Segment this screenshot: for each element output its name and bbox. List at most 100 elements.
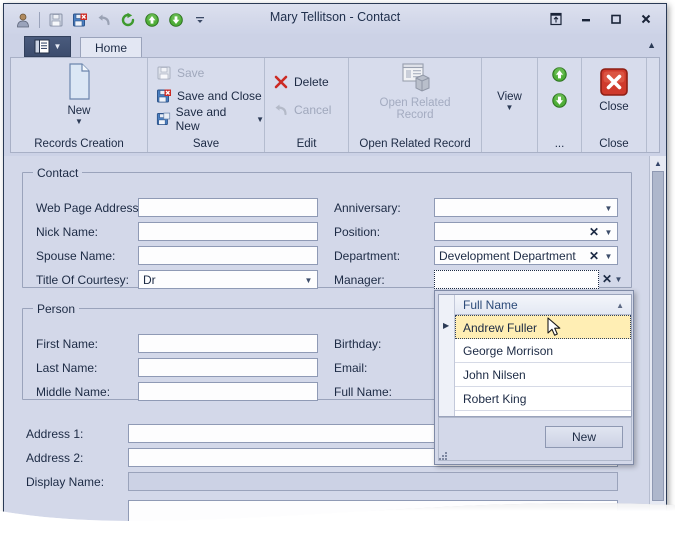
list-item[interactable]: George Morrison (455, 339, 631, 363)
new-button-caret-icon: ▼ (75, 117, 83, 126)
ribbon-group-label-save: Save (192, 138, 220, 150)
birthday-label: Birthday: (334, 337, 382, 351)
delete-button-label: Delete (294, 75, 329, 89)
middle-name-label: Middle Name: (36, 385, 111, 399)
grid-column-header-label: Full Name (463, 298, 518, 312)
list-item-label: Andrew Fuller (463, 321, 538, 335)
sort-ascending-icon: ▲ (616, 301, 624, 310)
vertical-scrollbar[interactable]: ▲ (649, 156, 666, 524)
ribbon-body: New ▼ Records Creation Save Save and Clo… (10, 57, 660, 153)
popup-new-button[interactable]: New (545, 426, 623, 448)
cancel-button[interactable]: Cancel (273, 99, 331, 121)
app-menu-caret-icon: ▼ (53, 42, 62, 51)
previous-record-icon (552, 93, 567, 108)
department-dropdown-icon[interactable]: ▼ (603, 251, 614, 262)
list-item-label: John Nilsen (463, 368, 526, 382)
row-pointer-icon: ▶ (443, 321, 450, 330)
position-label: Position: (334, 225, 381, 239)
first-name-label: First Name: (36, 337, 99, 351)
save-and-new-button-label: Save and New (175, 105, 227, 133)
title-of-courtesy-label: Title Of Courtesy: (36, 273, 129, 287)
new-button[interactable]: New ▼ (11, 62, 147, 126)
close-button[interactable] (632, 8, 660, 30)
anniversary-combobox[interactable]: ▼ (434, 198, 618, 217)
save-and-new-caret-icon[interactable]: ▼ (256, 115, 264, 124)
lookup-popup-footer: New (438, 417, 632, 461)
grid-column-header-full-name[interactable]: Full Name ▲ (455, 295, 631, 315)
manager-dropdown-icon[interactable]: ▼ (613, 274, 624, 285)
position-clear-icon[interactable]: ✕ (589, 225, 599, 239)
previous-record-button[interactable] (538, 92, 581, 109)
close-icon (600, 68, 628, 96)
maximize-button[interactable] (602, 8, 630, 30)
department-clear-icon[interactable]: ✕ (589, 249, 599, 263)
person-group-title: Person (33, 302, 80, 316)
save-and-new-icon (156, 112, 171, 125)
department-lookup[interactable]: Development Department ✕ ▼ (434, 246, 618, 265)
close-ribbon-button[interactable]: Close (582, 66, 646, 113)
title-of-courtesy-value: Dr (143, 273, 156, 287)
ribbon-group-edit: Delete Cancel Edit (265, 58, 349, 152)
popup-resize-grip[interactable] (439, 452, 448, 461)
spouse-name-label: Spouse Name: (36, 249, 116, 263)
manager-label: Manager: (334, 273, 385, 287)
save-button-label: Save (177, 66, 205, 80)
save-and-new-button[interactable]: Save and New ▼ (156, 105, 264, 133)
middle-name-input[interactable] (138, 382, 318, 401)
last-name-input[interactable] (138, 358, 318, 377)
manager-lookup[interactable] (434, 270, 599, 289)
manager-lookup-popup: Full Name ▲ Andrew Fuller ▶ George Morri… (434, 290, 634, 465)
save-and-close-button[interactable]: Save and Close (156, 85, 262, 107)
last-name-label: Last Name: (36, 361, 98, 375)
anniversary-label: Anniversary: (334, 201, 401, 215)
scroll-up-arrow-icon[interactable]: ▲ (650, 156, 666, 170)
ribbon-group-open-related-record: Open Related Record Open Related Record (349, 58, 482, 152)
application-menu-button[interactable]: ▼ (24, 36, 71, 57)
contact-window: Mary Tellitson - Contact ▼ Home ▲ New ▼ … (3, 3, 667, 525)
tab-home[interactable]: Home (80, 37, 142, 57)
view-button-label: View (497, 91, 522, 103)
delete-button[interactable]: Delete (273, 71, 329, 93)
web-page-address-label: Web Page Address: (36, 201, 142, 215)
ribbon-collapse-icon[interactable]: ▲ (647, 40, 656, 50)
cancel-button-label: Cancel (294, 103, 332, 117)
manager-clear-icon[interactable]: ✕ (602, 272, 612, 286)
open-related-record-icon (402, 63, 430, 92)
address-2-label: Address 2: (26, 451, 84, 465)
scrollbar-thumb[interactable] (652, 171, 664, 501)
anniversary-dropdown-icon[interactable]: ▼ (603, 203, 614, 214)
notes-textarea[interactable] (128, 500, 618, 524)
list-item[interactable]: Andrew Fuller (455, 315, 631, 339)
nick-name-input[interactable] (138, 222, 318, 241)
first-name-input[interactable] (138, 334, 318, 353)
grid-indicator-column (439, 295, 455, 416)
title-of-courtesy-dropdown-icon[interactable]: ▼ (303, 275, 314, 286)
display-name-label: Display Name: (26, 475, 105, 489)
email-label: Email: (334, 361, 368, 375)
spouse-name-input[interactable] (138, 246, 318, 265)
tab-home-label: Home (94, 40, 127, 55)
ribbon-minimize-button[interactable] (542, 8, 570, 30)
position-dropdown-icon[interactable]: ▼ (603, 227, 614, 238)
save-and-close-icon (157, 89, 171, 103)
ribbon-group-save: Save Save and Close Save and New ▼ Save (148, 58, 265, 152)
application-menu-icon (34, 39, 50, 54)
web-page-address-input[interactable] (138, 198, 318, 217)
minimize-button[interactable] (572, 8, 600, 30)
ribbon-group-view: View ▼ (482, 58, 538, 152)
save-button[interactable]: Save (156, 62, 204, 84)
save-and-close-button-label: Save and Close (177, 89, 262, 103)
open-related-record-button[interactable]: Open Related Record (349, 62, 481, 121)
popup-new-button-label: New (571, 430, 596, 444)
ribbon-group-close: Close Close (582, 58, 647, 152)
contact-group-title: Contact (33, 166, 83, 180)
next-record-button[interactable] (538, 66, 581, 83)
view-button[interactable]: View ▼ (482, 88, 537, 112)
new-document-icon (69, 63, 90, 100)
list-item[interactable]: Robert King (455, 387, 631, 411)
position-lookup[interactable]: ✕ ▼ (434, 222, 618, 241)
title-of-courtesy-combobox[interactable]: Dr ▼ (138, 270, 318, 289)
ribbon-group-label-open-related-record: Open Related Record (359, 138, 471, 150)
title-bar: Mary Tellitson - Contact (4, 4, 666, 34)
list-item[interactable]: John Nilsen (455, 363, 631, 387)
